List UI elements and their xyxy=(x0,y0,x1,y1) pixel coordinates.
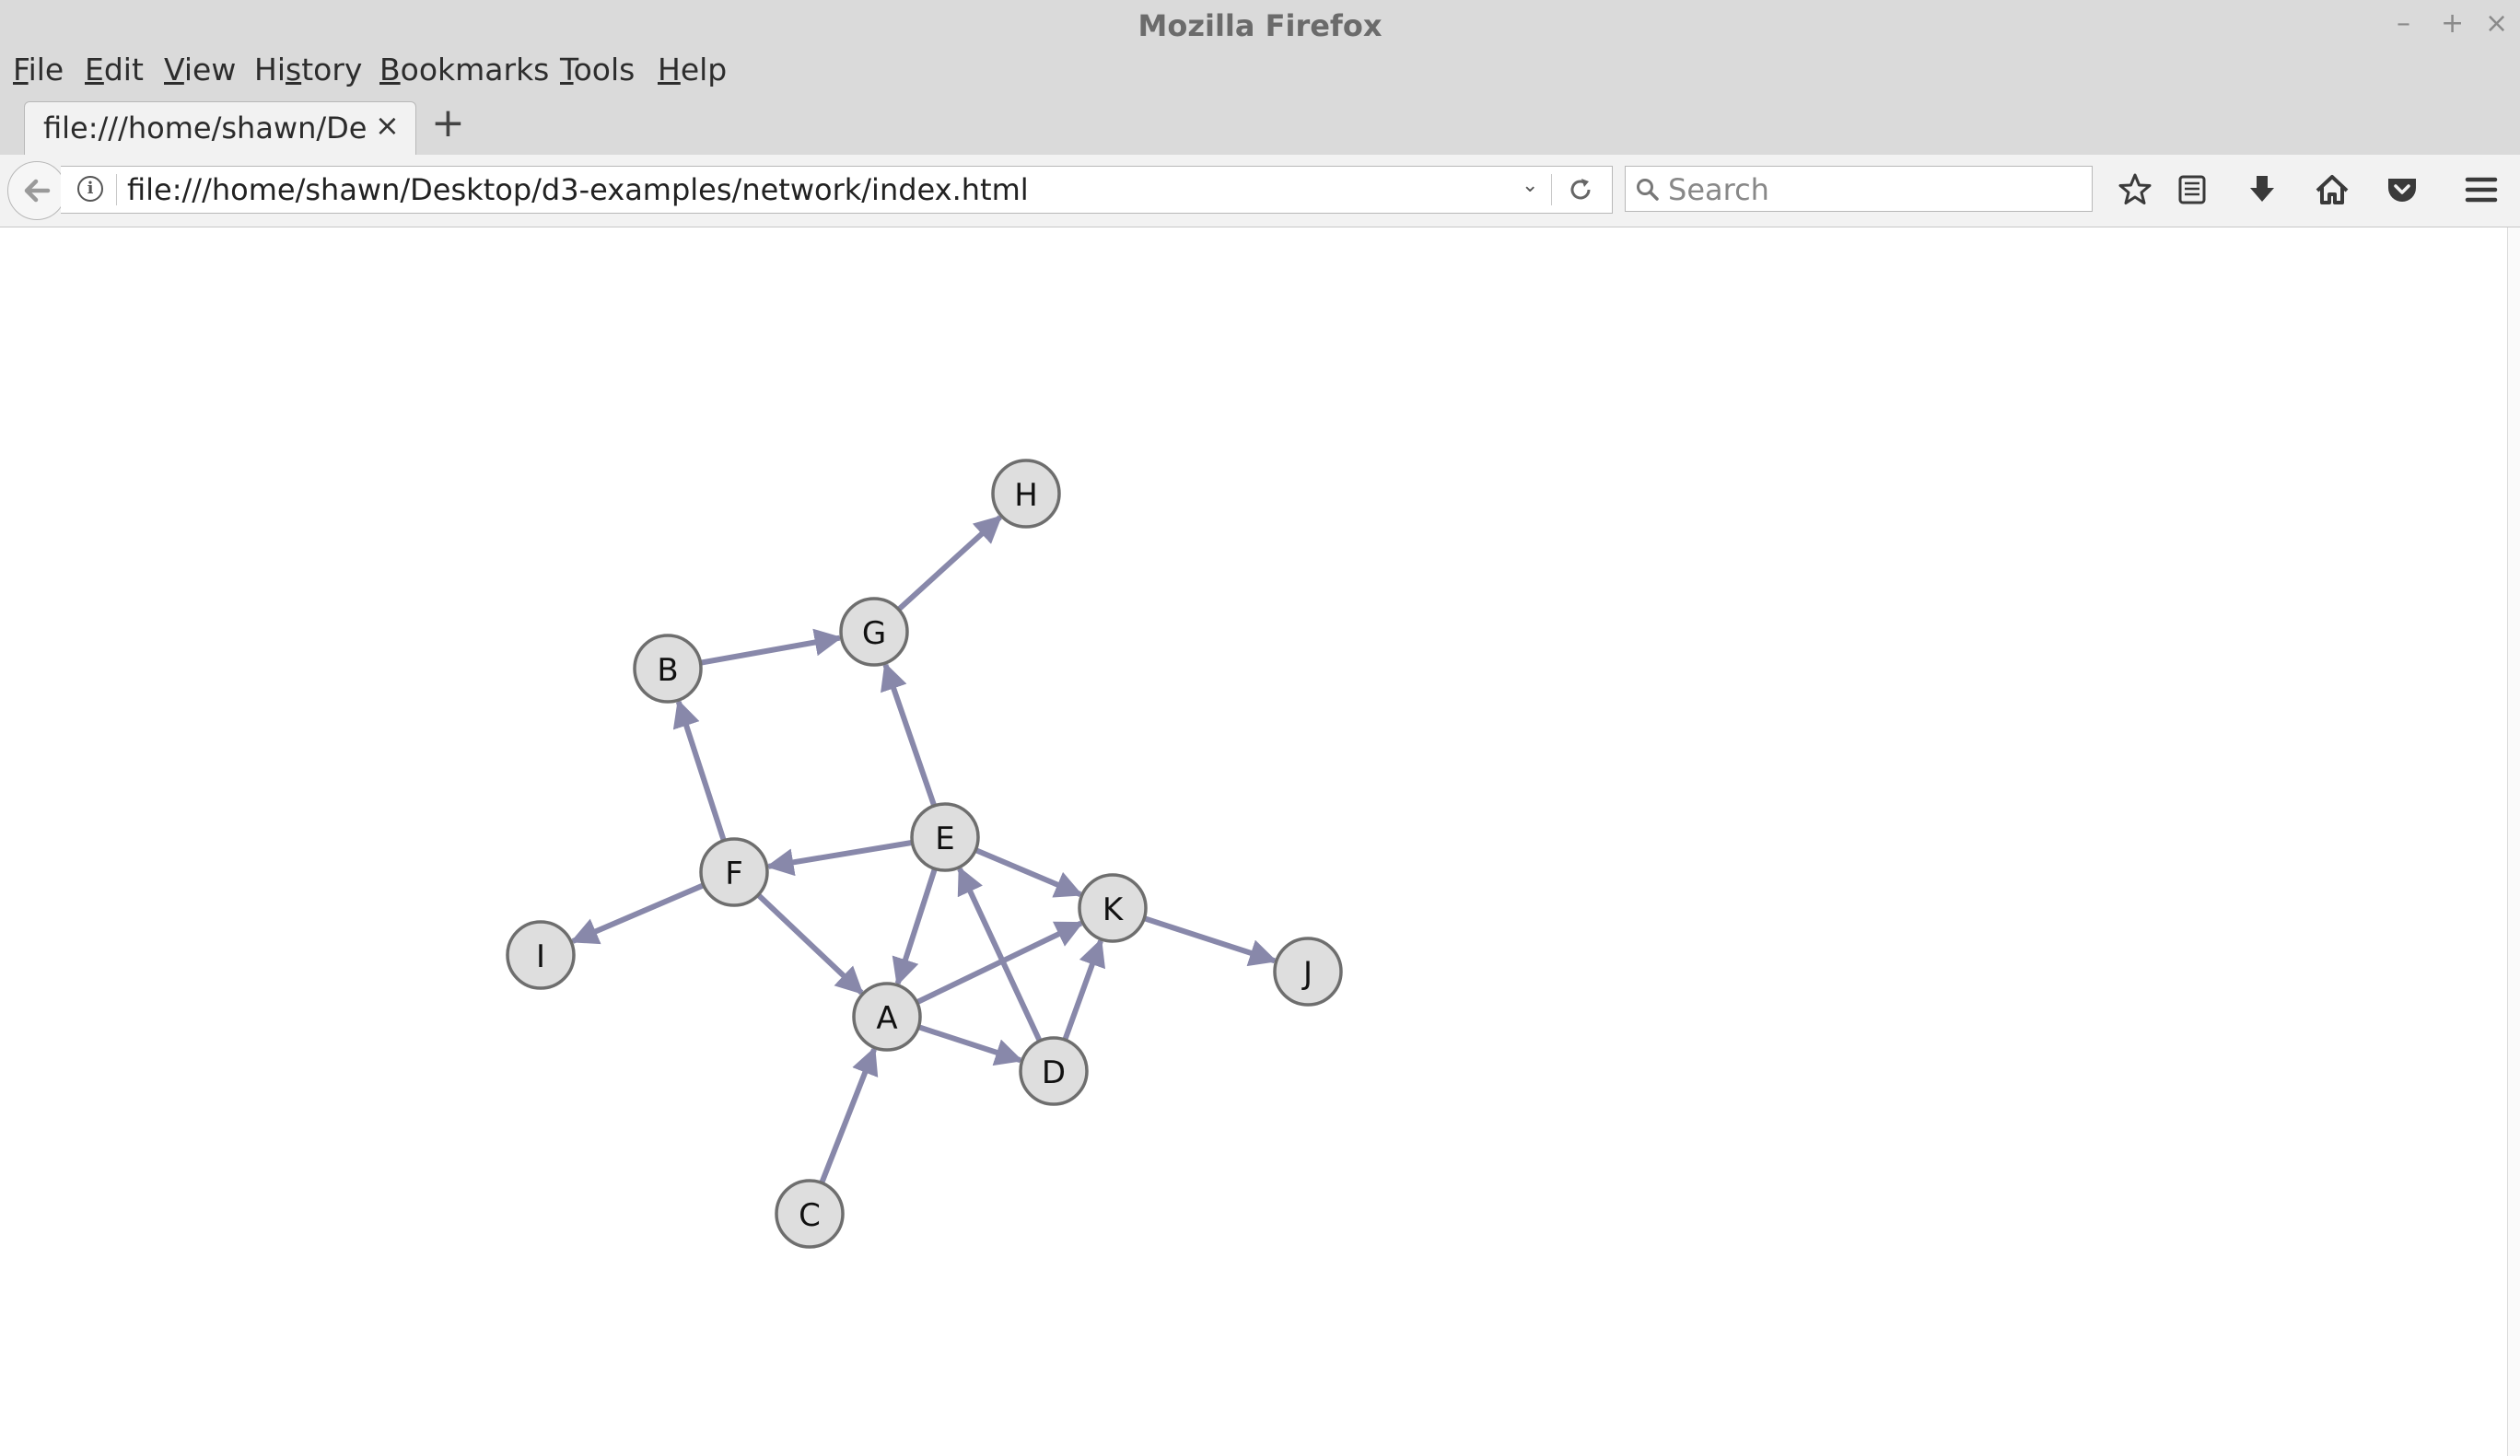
download-icon[interactable] xyxy=(2244,171,2281,208)
network-graph: A B C D E F G H I J K xyxy=(506,459,1343,1249)
menu-edit-label: dit xyxy=(103,52,144,87)
menu-edit[interactable]: Edit xyxy=(85,52,144,87)
menu-icon[interactable] xyxy=(2463,171,2500,208)
link-f-b xyxy=(672,699,727,842)
browser-window: Mozilla Firefox – + × File Edit View His… xyxy=(0,0,2520,1456)
link-d-k xyxy=(1062,938,1106,1042)
menu-file-accel: F xyxy=(13,52,29,87)
vertical-scrollbar[interactable] xyxy=(2507,227,2520,1456)
menu-help-label: elp xyxy=(680,52,728,87)
menu-history-label: tory xyxy=(301,52,363,87)
url-text[interactable]: file:///home/shawn/Desktop/d3-examples/n… xyxy=(127,172,1029,207)
search-icon xyxy=(1637,179,1659,201)
node-d[interactable]: D xyxy=(1019,1036,1089,1106)
menu-view-accel: V xyxy=(164,52,184,87)
node-label: I xyxy=(536,938,545,975)
node-c[interactable]: C xyxy=(775,1179,845,1249)
back-button[interactable] xyxy=(7,161,66,220)
link-e-k xyxy=(974,847,1083,898)
node-label: D xyxy=(1042,1054,1066,1091)
page-content: A B C D E F G H I J K xyxy=(0,227,2509,1456)
tab-active[interactable]: file:///home/shawn/Desktop/d3-examples/n… xyxy=(24,101,416,156)
node-label: K xyxy=(1102,891,1125,928)
menu-tools-accel: T xyxy=(560,52,574,87)
node-label: H xyxy=(1014,477,1038,514)
menu-view-label: iew xyxy=(183,52,237,87)
menu-history-accel: s xyxy=(285,52,302,87)
node-j[interactable]: J xyxy=(1273,937,1343,1007)
menu-help-accel: H xyxy=(658,52,681,87)
node-label: B xyxy=(657,652,678,689)
menu-bar: File Edit View History Bookmarks Tools H… xyxy=(0,52,2520,99)
tab-close-icon[interactable]: × xyxy=(375,108,400,143)
link-k-j xyxy=(1143,915,1278,967)
link-f-i xyxy=(570,882,706,945)
link-f-a xyxy=(756,892,864,996)
link-a-k xyxy=(916,920,1084,1006)
menu-history[interactable]: History xyxy=(254,52,362,87)
maximize-button[interactable]: + xyxy=(2441,7,2464,40)
node-f[interactable]: F xyxy=(699,837,769,907)
back-icon xyxy=(24,179,51,203)
menu-bookmarks-label: ookmarks xyxy=(400,52,550,87)
close-window-button[interactable]: × xyxy=(2485,7,2508,40)
node-i[interactable]: I xyxy=(506,920,576,990)
node-label: J xyxy=(1301,955,1312,992)
node-label: E xyxy=(935,821,954,857)
link-g-h xyxy=(896,515,1003,612)
link-e-f xyxy=(765,839,913,877)
graph-nodes: A B C D E F G H I J K xyxy=(506,459,1343,1249)
node-label: G xyxy=(862,615,886,652)
pocket-icon[interactable] xyxy=(2384,171,2421,208)
node-a[interactable]: A xyxy=(852,982,922,1052)
menu-bookmarks[interactable]: Bookmarks xyxy=(379,52,549,87)
minimize-button[interactable]: – xyxy=(2397,7,2410,40)
menu-tools[interactable]: Tools xyxy=(560,52,635,87)
menu-history-pre: Hi xyxy=(254,52,286,87)
new-tab-button[interactable]: + xyxy=(431,99,465,146)
search-input[interactable] xyxy=(1666,169,2075,211)
dropdown-icon[interactable]: ⌄ xyxy=(1522,174,1538,197)
node-e[interactable]: E xyxy=(910,802,980,872)
node-k[interactable]: K xyxy=(1078,873,1148,943)
info-icon[interactable]: i xyxy=(77,176,103,202)
reading-list-icon[interactable] xyxy=(2174,171,2211,208)
navigation-bar: i file:///home/shawn/Desktop/d3-examples… xyxy=(0,155,2520,227)
tab-strip: file:///home/shawn/Desktop/d3-examples/n… xyxy=(0,99,2520,156)
link-e-g xyxy=(881,662,938,807)
menu-file[interactable]: File xyxy=(13,52,64,87)
link-e-a xyxy=(892,868,938,986)
menu-tools-label: ools xyxy=(573,52,636,87)
node-h[interactable]: H xyxy=(991,459,1061,529)
link-a-d xyxy=(917,1024,1023,1066)
menu-view[interactable]: View xyxy=(164,52,236,87)
menu-help[interactable]: Help xyxy=(658,52,727,87)
url-separator-right xyxy=(1551,174,1552,205)
search-bar[interactable] xyxy=(1625,166,2093,212)
link-b-g xyxy=(699,628,843,666)
menu-edit-accel: E xyxy=(85,52,104,87)
link-c-a xyxy=(819,1046,879,1184)
home-icon[interactable] xyxy=(2314,171,2351,208)
menu-file-label: ile xyxy=(28,52,64,87)
reload-icon[interactable] xyxy=(1566,175,1595,204)
url-bar[interactable]: i file:///home/shawn/Desktop/d3-examples… xyxy=(61,166,1613,214)
bookmark-star-icon[interactable] xyxy=(2117,171,2153,208)
node-label: F xyxy=(725,856,743,892)
menu-bookmarks-accel: B xyxy=(379,52,401,87)
node-label: A xyxy=(876,1000,897,1037)
node-label: C xyxy=(799,1197,821,1234)
node-g[interactable]: G xyxy=(839,597,909,667)
title-bar: Mozilla Firefox – + × xyxy=(0,0,2520,52)
window-title: Mozilla Firefox xyxy=(1138,8,1382,43)
link-d-e xyxy=(957,866,1043,1042)
url-separator xyxy=(116,174,117,205)
tab-title: file:///home/shawn/Desktop/d3-examples/n… xyxy=(43,111,366,146)
node-b[interactable]: B xyxy=(633,634,703,704)
